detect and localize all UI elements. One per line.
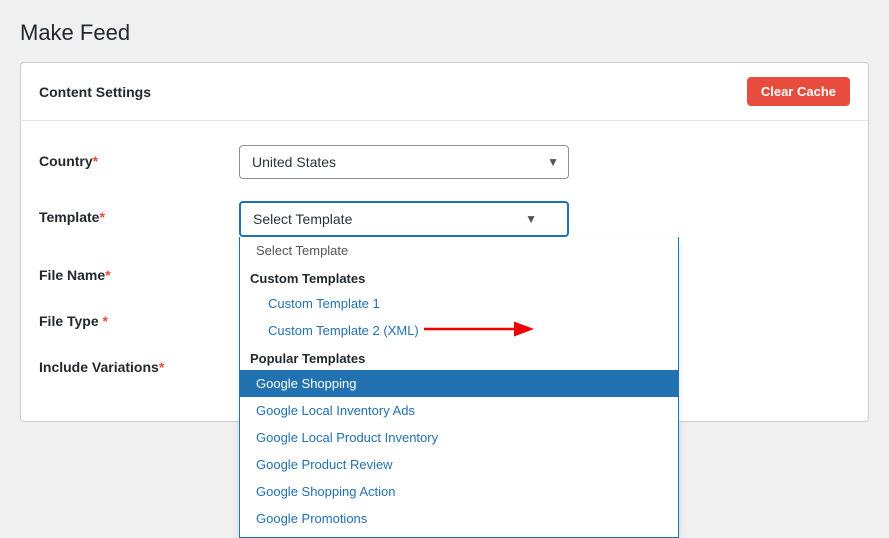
country-select-wrapper: United States ▼ [239,145,569,179]
dropdown-item-google-product-review[interactable]: Google Product Review [240,451,678,478]
dropdown-item-google-promotions[interactable]: Google Promotions [240,505,678,532]
file-type-label: File Type * [39,305,239,329]
country-select[interactable]: United States [239,145,569,179]
main-card: Content Settings Clear Cache Country* Un… [20,62,869,422]
template-label: Template* [39,201,239,225]
page-title: Make Feed [20,20,869,46]
include-variations-label: Include Variations* [39,351,239,375]
country-field-wrapper: United States ▼ [239,145,850,179]
dropdown-item-google-local-product-inventory[interactable]: Google Local Product Inventory [240,424,678,451]
dropdown-item-google-shopping-action[interactable]: Google Shopping Action [240,478,678,505]
card-body: Country* United States ▼ Template* [21,121,868,421]
template-select-trigger[interactable]: Select Template ▼ [239,201,569,237]
country-row: Country* United States ▼ [39,145,850,179]
file-name-label: File Name* [39,259,239,283]
dropdown-scroll[interactable]: Select Template Custom Templates Custom … [240,237,678,537]
template-row: Template* Select Template ▼ Select Templ… [39,201,850,237]
content-settings-title: Content Settings [39,84,151,100]
card-header: Content Settings Clear Cache [21,63,868,121]
dropdown-item-google-shopping[interactable]: Google Shopping [240,370,678,397]
dropdown-item-placeholder[interactable]: Select Template [240,237,678,264]
template-selected-value: Select Template [253,211,352,227]
template-trigger-wrapper: Select Template ▼ Select Template Custom… [239,201,569,237]
template-field-wrapper: Select Template ▼ Select Template Custom… [239,201,850,237]
dropdown-item-google-local-inventory-ads[interactable]: Google Local Inventory Ads [240,397,678,424]
red-arrow-indicator [419,309,539,349]
clear-cache-button[interactable]: Clear Cache [747,77,850,106]
template-dropdown: Select Template Custom Templates Custom … [239,237,679,538]
group-header-custom: Custom Templates [240,264,678,290]
template-chevron-icon: ▼ [525,212,537,226]
country-label: Country* [39,145,239,169]
